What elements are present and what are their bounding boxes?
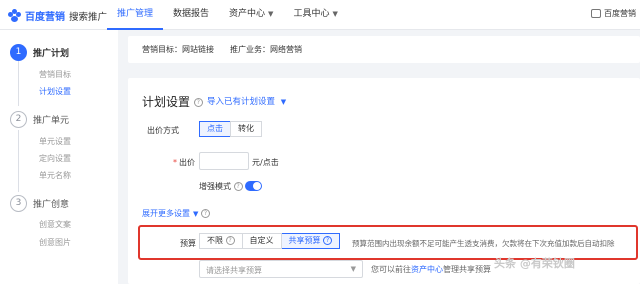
plan-settings-title: 计划设置 — [142, 95, 191, 109]
budget-unlimited-option[interactable]: 不限 ? — [199, 233, 243, 249]
shared-hint-prefix: 您可以前往 — [371, 265, 411, 274]
goal-business-label: 推广业务： — [230, 45, 270, 54]
budget-type-selector: 不限 ? 自定义 共享预算 ? — [199, 233, 341, 249]
shared-budget-placeholder: 请选择共享预算 — [206, 266, 262, 275]
shared-budget-hint: 您可以前往资产中心管理共享预算 — [371, 264, 491, 275]
nav-asset-center-label: 资产中心 — [229, 9, 266, 19]
sub-step-marketing-goal[interactable]: 营销目标 — [39, 69, 71, 80]
help-icon[interactable]: ? — [193, 98, 203, 107]
business-label: 推广业务：网络营销 — [230, 44, 302, 55]
baidu-marketing-logo[interactable]: 百度营销 搜索推广 — [8, 8, 107, 23]
price-label-text: 出价 — [179, 158, 195, 167]
budget-shared-option[interactable]: 共享预算 ? — [281, 233, 341, 249]
watermark: 头条 @有荣钬圈 — [494, 257, 575, 270]
chevron-down-icon: ▼ — [332, 10, 338, 18]
import-plan-settings-link[interactable]: 导入已有计划设置 ▼ — [207, 95, 286, 107]
account-icon — [591, 9, 601, 18]
shared-hint-suffix: 管理共享预算 — [443, 265, 491, 274]
bid-mode-conversion-option[interactable]: 转化 — [230, 121, 262, 137]
nav-data-report[interactable]: 数据报告 — [163, 0, 219, 30]
step-creative[interactable]: 3 推广创意 — [10, 195, 69, 212]
asset-center-link[interactable]: 资产中心 — [411, 265, 443, 274]
nav-tool-center-label: 工具中心 — [293, 9, 330, 19]
step-title: 推广创意 — [33, 200, 70, 210]
step-connector — [18, 60, 19, 106]
budget-label: 预算 — [180, 239, 196, 248]
chevron-down-icon: ▼ — [193, 210, 199, 218]
budget-unlimited-label: 不限 — [207, 236, 223, 245]
account-name: 百度营销 — [604, 9, 636, 18]
goal-label: 营销目标：网站链接 — [142, 44, 214, 55]
bid-price-input[interactable] — [199, 152, 249, 170]
enhanced-mode-toggle[interactable] — [245, 181, 262, 191]
step-number: 1 — [10, 44, 27, 61]
budget-shared-label: 共享预算 — [288, 236, 321, 245]
main-nav: 推广管理 数据报告 资产中心 ▼ 工具中心 ▼ — [107, 0, 348, 30]
import-plan-settings-label: 导入已有计划设置 — [207, 97, 276, 107]
goal-target-label: 营销目标： — [142, 45, 182, 54]
help-icon[interactable]: ? — [323, 236, 333, 245]
account-menu[interactable]: 百度营销 — [591, 8, 636, 19]
sub-step-unit-name[interactable]: 单元名称 — [39, 170, 71, 181]
plan-settings-card: 计划设置 ? 导入已有计划设置 ▼ 出价方式 点击 转化 * 出价 元/点击 增强… — [128, 78, 640, 284]
help-icon[interactable]: ? — [233, 182, 243, 191]
price-unit: 元/点击 — [252, 158, 279, 167]
nav-tool-center[interactable]: 工具中心 ▼ — [283, 0, 347, 30]
budget-overdraft-notice: 预算范围内出现余额不足可能产生透支消费，欠款将在下次充值加款后自动扣除 — [352, 239, 615, 248]
nav-promotion-management[interactable]: 推广管理 — [107, 0, 164, 30]
enhanced-mode-text: 增强模式 — [199, 182, 231, 191]
chevron-down-icon: ▼ — [280, 98, 287, 106]
step-unit[interactable]: 2 推广单元 — [10, 111, 69, 128]
help-icon[interactable]: ? — [200, 209, 210, 218]
goal-business-value: 网络营销 — [270, 45, 302, 54]
page-title: 计划设置 ? — [142, 93, 203, 110]
bid-mode-click-option[interactable]: 点击 — [199, 121, 231, 137]
price-label: * 出价 — [173, 157, 195, 168]
required-asterisk: * — [173, 158, 177, 167]
budget-custom-option[interactable]: 自定义 — [242, 233, 282, 249]
sub-step-targeting[interactable]: 定向设置 — [39, 153, 71, 164]
sub-step-plan-settings[interactable]: 计划设置 — [39, 86, 71, 97]
chevron-down-icon: ▼ — [350, 265, 356, 273]
step-number: 3 — [10, 195, 27, 212]
step-connector — [18, 130, 19, 192]
chevron-down-icon: ▼ — [268, 10, 274, 18]
paw-logo-icon — [8, 8, 22, 23]
step-number: 2 — [10, 111, 27, 128]
step-title: 推广单元 — [33, 116, 70, 126]
nav-asset-center[interactable]: 资产中心 ▼ — [219, 0, 283, 30]
shared-budget-select[interactable]: 请选择共享预算 ▼ — [199, 260, 363, 278]
step-plan[interactable]: 1 推广计划 — [10, 44, 69, 61]
expand-more-settings-label: 展开更多设置 — [142, 209, 190, 218]
bid-mode-selector: 点击 转化 — [199, 121, 262, 137]
bid-mode-label: 出价方式 — [147, 126, 179, 135]
sub-step-creative-image[interactable]: 创意图片 — [39, 237, 71, 248]
step-title: 推广计划 — [33, 49, 70, 59]
brand-name: 百度营销 — [25, 12, 65, 23]
help-icon[interactable]: ? — [225, 236, 235, 245]
product-name: 搜索推广 — [69, 11, 108, 23]
enhanced-mode-label: 增强模式 ? — [199, 181, 243, 192]
goal-target-value: 网站链接 — [182, 45, 214, 54]
step-navigator: 1 推广计划 营销目标 计划设置 2 推广单元 单元设置 定向设置 单元名称 3… — [0, 30, 118, 284]
top-nav-bar: 百度营销 搜索推广 推广管理 数据报告 资产中心 ▼ 工具中心 ▼ 百度营销 — [0, 0, 640, 30]
sub-step-unit-settings[interactable]: 单元设置 — [39, 136, 71, 147]
expand-more-settings-link[interactable]: 展开更多设置 ▼ ? — [142, 208, 210, 219]
sub-step-creative-copy[interactable]: 创意文案 — [39, 219, 71, 230]
marketing-goal-summary: 营销目标：网站链接 推广业务：网络营销 — [128, 36, 640, 63]
